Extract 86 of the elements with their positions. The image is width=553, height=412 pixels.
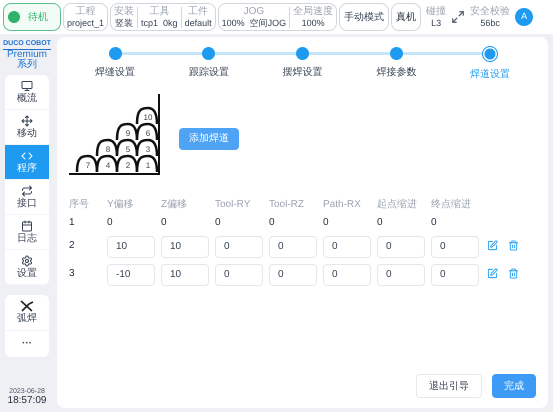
value-input[interactable]: 0: [431, 236, 479, 258]
settings-icon: [21, 254, 33, 267]
table-cell-text: 3: [69, 267, 76, 281]
nav-item[interactable]: 接口: [5, 180, 49, 215]
value-input[interactable]: 0: [377, 264, 425, 286]
field-value: default: [184, 18, 212, 28]
step-label[interactable]: 跟踪设置: [188, 65, 229, 80]
field-label: JOG: [244, 6, 264, 16]
weld-bead: 3: [136, 138, 158, 157]
table-cell-text: 0: [269, 216, 276, 230]
delete-icon[interactable]: [508, 268, 519, 279]
field-value: 竖装: [115, 18, 134, 28]
step-label[interactable]: 摆焊设置: [282, 65, 322, 80]
field-value: 100% 空间JOG: [222, 18, 286, 28]
field-label: 工件: [188, 6, 208, 16]
value-input[interactable]: 0: [269, 236, 317, 258]
nav-item[interactable]: 概流: [5, 74, 49, 110]
column-header: 终点缩进: [431, 198, 472, 212]
table-cell-text: 0: [107, 216, 114, 230]
value-input[interactable]: 10: [107, 236, 155, 258]
column-header: 起点缩进: [377, 198, 418, 212]
logo-subtitle: Premium 系列: [6, 50, 48, 70]
step-label[interactable]: 焊接参数: [376, 65, 416, 80]
value-input[interactable]: 0: [215, 236, 263, 258]
value-input[interactable]: 0: [323, 236, 371, 258]
table-cell-text: 0: [161, 216, 168, 230]
field-label: 安装: [114, 6, 134, 16]
field-label: 碰撞: [426, 6, 446, 16]
calendar-icon: [21, 220, 33, 232]
value-input[interactable]: -10: [107, 264, 155, 286]
table-cell-text: 0: [377, 216, 384, 230]
field-value: 100%: [302, 18, 325, 28]
table-cell-text: 0: [431, 216, 438, 230]
field-label: 工具: [149, 6, 170, 16]
field-label: 安全校验: [470, 6, 510, 16]
column-header: Tool-RY: [215, 198, 252, 212]
nav-item[interactable]: 设置: [5, 250, 49, 285]
step-label[interactable]: 焊缝设置: [95, 65, 135, 80]
edit-icon[interactable]: [487, 240, 498, 251]
field-value: tcp1 0kg: [141, 18, 178, 28]
table-cell-text: 0: [215, 216, 222, 230]
more-button[interactable]: ···: [5, 330, 49, 357]
field-label: 全局速度: [293, 6, 334, 16]
welding-torch-icon: [20, 300, 34, 312]
column-header: Y偏移: [107, 198, 135, 212]
delete-icon[interactable]: [508, 240, 519, 251]
table-cell-text: 1: [69, 216, 76, 230]
weld-bead: 1: [136, 154, 158, 173]
field-value: L3: [431, 18, 442, 28]
value-input[interactable]: 0: [377, 236, 425, 258]
nav-item[interactable]: 弧焊: [5, 294, 49, 331]
code-icon: [21, 150, 33, 162]
expand-icon[interactable]: [451, 10, 466, 24]
table-cell-text: 0: [323, 216, 330, 230]
weld-bead: 6: [136, 122, 158, 141]
exit-guide-button[interactable]: 退出引导: [416, 374, 482, 398]
field-value: project_1: [67, 18, 104, 28]
value-input[interactable]: 10: [161, 236, 209, 258]
weld-bead: 8: [96, 138, 118, 157]
monitor-icon: [21, 80, 33, 92]
weld-bead: 7: [76, 154, 98, 173]
edit-icon[interactable]: [487, 268, 498, 279]
value-input[interactable]: 0: [431, 264, 479, 286]
robot-button[interactable]: 真机: [391, 3, 422, 31]
weld-bead: 4: [96, 154, 118, 173]
column-header: Z偏移: [161, 198, 188, 212]
value-input[interactable]: 0: [215, 264, 263, 286]
repeat-icon: [21, 184, 33, 197]
value-input[interactable]: 10: [161, 264, 209, 286]
time-text: 18:57:09: [8, 396, 46, 406]
move-arrows-icon: [21, 114, 33, 127]
weld-bead: 9: [116, 122, 138, 141]
status-label: 待机: [28, 10, 48, 24]
weld-bead: 2: [116, 154, 138, 173]
weld-bead: 5: [116, 138, 138, 157]
value-input[interactable]: 0: [269, 264, 317, 286]
weld-bead: 10: [136, 106, 158, 125]
column-header: 序号: [69, 198, 90, 212]
value-input[interactable]: 0: [323, 264, 371, 286]
field-value: 56bc: [480, 18, 500, 28]
column-header: Path-RX: [323, 198, 362, 212]
field-label: 工程: [76, 6, 96, 16]
nav-item[interactable]: 日志: [5, 214, 49, 250]
table-cell-text: 2: [69, 239, 76, 253]
column-header: Tool-RZ: [269, 198, 306, 212]
mode-button[interactable]: 手动模式: [339, 3, 390, 31]
